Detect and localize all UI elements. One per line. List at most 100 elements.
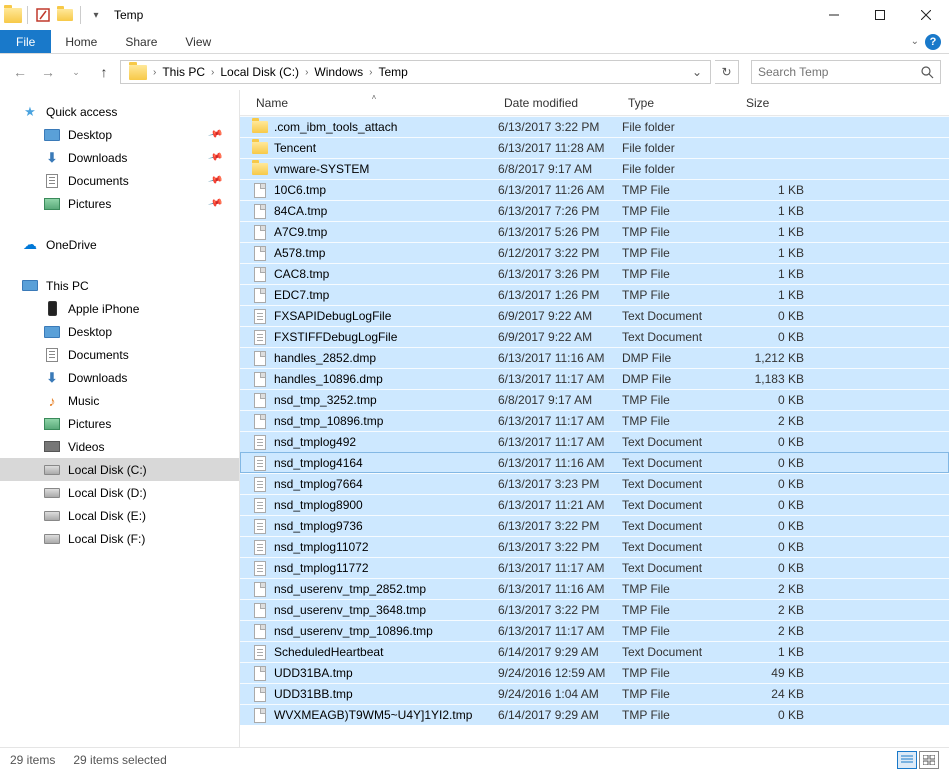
breadcrumb-this-pc[interactable]: This PC	[158, 65, 209, 79]
file-row[interactable]: nsd_userenv_tmp_3648.tmp6/13/2017 3:22 P…	[240, 599, 949, 620]
breadcrumb-drive[interactable]: Local Disk (C:)	[216, 65, 303, 79]
file-icon	[254, 624, 266, 639]
sidebar-item-pictures[interactable]: Pictures📌	[0, 192, 239, 215]
column-date[interactable]: Date modified	[498, 96, 622, 110]
sidebar-item-documents[interactable]: Documents📌	[0, 169, 239, 192]
txt-icon	[254, 561, 266, 576]
folder-icon	[252, 121, 268, 133]
file-row[interactable]: Tencent6/13/2017 11:28 AMFile folder	[240, 137, 949, 158]
chevron-right-icon[interactable]: ›	[209, 67, 216, 78]
nav-recent-dropdown[interactable]: ⌄	[64, 60, 88, 84]
chevron-right-icon[interactable]: ›	[303, 67, 310, 78]
ribbon-expand-icon[interactable]: ⌄	[911, 36, 919, 47]
file-row[interactable]: handles_2852.dmp6/13/2017 11:16 AMDMP Fi…	[240, 347, 949, 368]
breadcrumb-temp[interactable]: Temp	[374, 65, 411, 79]
breadcrumb-windows[interactable]: Windows	[310, 65, 367, 79]
sidebar-item-documents[interactable]: Documents	[0, 343, 239, 366]
address-bar[interactable]: › This PC › Local Disk (C:) › Windows › …	[120, 60, 711, 84]
sidebar-item-videos[interactable]: Videos	[0, 435, 239, 458]
sidebar-item-local-disk-c-[interactable]: Local Disk (C:)	[0, 458, 239, 481]
txt-icon	[254, 519, 266, 534]
file-row[interactable]: nsd_tmplog97366/13/2017 3:22 PMText Docu…	[240, 515, 949, 536]
chevron-right-icon[interactable]: ›	[151, 67, 158, 78]
file-row[interactable]: A7C9.tmp6/13/2017 5:26 PMTMP File1 KB	[240, 221, 949, 242]
file-row[interactable]: FXSTIFFDebugLogFile6/9/2017 9:22 AMText …	[240, 326, 949, 347]
file-icon	[254, 414, 266, 429]
file-row[interactable]: A578.tmp6/12/2017 3:22 PMTMP File1 KB	[240, 242, 949, 263]
chevron-right-icon[interactable]: ›	[367, 67, 374, 78]
nav-up-button[interactable]: ↑	[92, 60, 116, 84]
sidebar-item-label: Desktop	[68, 128, 112, 142]
file-row[interactable]: EDC7.tmp6/13/2017 1:26 PMTMP File1 KB	[240, 284, 949, 305]
sidebar-this-pc[interactable]: This PC	[0, 274, 239, 297]
sidebar-item-downloads[interactable]: Downloads📌	[0, 146, 239, 169]
file-row[interactable]: nsd_tmplog89006/13/2017 11:21 AMText Doc…	[240, 494, 949, 515]
file-name: nsd_userenv_tmp_10896.tmp	[274, 624, 433, 638]
file-row[interactable]: FXSAPIDebugLogFile6/9/2017 9:22 AMText D…	[240, 305, 949, 326]
sidebar-item-desktop[interactable]: Desktop📌	[0, 123, 239, 146]
nav-forward-button[interactable]: →	[36, 60, 60, 84]
qat-customize-dropdown[interactable]: ▾	[86, 5, 106, 25]
file-row[interactable]: nsd_userenv_tmp_2852.tmp6/13/2017 11:16 …	[240, 578, 949, 599]
tab-share[interactable]: Share	[111, 30, 171, 53]
file-row[interactable]: WVXMEAGB)T9WM5~U4Y]1YI2.tmp6/14/2017 9:2…	[240, 704, 949, 725]
sidebar-item-local-disk-f-[interactable]: Local Disk (F:)	[0, 527, 239, 550]
view-details-button[interactable]	[897, 751, 917, 769]
tab-home[interactable]: Home	[51, 30, 111, 53]
file-row[interactable]: handles_10896.dmp6/13/2017 11:17 AMDMP F…	[240, 368, 949, 389]
sidebar-onedrive[interactable]: OneDrive	[0, 233, 239, 256]
sidebar-quick-access[interactable]: Quick access	[0, 100, 239, 123]
file-type: File folder	[622, 162, 740, 176]
nav-back-button[interactable]: ←	[8, 60, 32, 84]
file-row[interactable]: CAC8.tmp6/13/2017 3:26 PMTMP File1 KB	[240, 263, 949, 284]
view-thumbnails-button[interactable]	[919, 751, 939, 769]
file-row[interactable]: UDD31BB.tmp9/24/2016 1:04 AMTMP File24 K…	[240, 683, 949, 704]
column-name[interactable]: Name ˄	[250, 96, 498, 110]
file-row[interactable]: 10C6.tmp6/13/2017 11:26 AMTMP File1 KB	[240, 179, 949, 200]
file-row[interactable]: nsd_tmplog76646/13/2017 3:23 PMText Docu…	[240, 473, 949, 494]
qat-newfolder-icon[interactable]	[55, 5, 75, 25]
close-button[interactable]	[903, 0, 949, 30]
file-name: FXSTIFFDebugLogFile	[274, 330, 397, 344]
txt-icon	[254, 456, 266, 471]
refresh-button[interactable]: ↻	[715, 60, 739, 84]
sidebar-item-pictures[interactable]: Pictures	[0, 412, 239, 435]
file-row[interactable]: UDD31BA.tmp9/24/2016 12:59 AMTMP File49 …	[240, 662, 949, 683]
file-row[interactable]: vmware-SYSTEM6/8/2017 9:17 AMFile folder	[240, 158, 949, 179]
file-row[interactable]: nsd_tmplog4926/13/2017 11:17 AMText Docu…	[240, 431, 949, 452]
file-row[interactable]: nsd_tmp_3252.tmp6/8/2017 9:17 AMTMP File…	[240, 389, 949, 410]
tab-file[interactable]: File	[0, 30, 51, 53]
file-name: FXSAPIDebugLogFile	[274, 309, 391, 323]
file-row[interactable]: .com_ibm_tools_attach6/13/2017 3:22 PMFi…	[240, 116, 949, 137]
search-icon[interactable]	[921, 66, 934, 79]
help-icon[interactable]: ?	[925, 34, 941, 50]
sidebar-item-local-disk-d-[interactable]: Local Disk (D:)	[0, 481, 239, 504]
file-row[interactable]: nsd_tmplog110726/13/2017 3:22 PMText Doc…	[240, 536, 949, 557]
sidebar-item-downloads[interactable]: Downloads	[0, 366, 239, 389]
column-type[interactable]: Type	[622, 96, 740, 110]
qat-properties-icon[interactable]	[33, 5, 53, 25]
file-row[interactable]: nsd_tmplog117726/13/2017 11:17 AMText Do…	[240, 557, 949, 578]
disk-icon	[44, 488, 60, 498]
column-size[interactable]: Size	[740, 96, 812, 110]
sidebar-item-music[interactable]: Music	[0, 389, 239, 412]
sidebar-item-label: Desktop	[68, 325, 112, 339]
maximize-button[interactable]	[857, 0, 903, 30]
file-row[interactable]: nsd_userenv_tmp_10896.tmp6/13/2017 11:17…	[240, 620, 949, 641]
ribbon: File Home Share View ⌄ ?	[0, 30, 949, 54]
file-row[interactable]: nsd_tmplog41646/13/2017 11:16 AMText Doc…	[240, 452, 949, 473]
pic-icon	[44, 198, 60, 210]
sidebar-item-apple-iphone[interactable]: Apple iPhone	[0, 297, 239, 320]
address-dropdown-icon[interactable]: ⌄	[688, 65, 706, 79]
search-box[interactable]	[751, 60, 941, 84]
sidebar-label: Quick access	[46, 105, 117, 119]
sidebar-item-local-disk-e-[interactable]: Local Disk (E:)	[0, 504, 239, 527]
file-type: TMP File	[622, 582, 740, 596]
search-input[interactable]	[758, 65, 921, 79]
file-row[interactable]: ScheduledHeartbeat6/14/2017 9:29 AMText …	[240, 641, 949, 662]
sidebar-item-desktop[interactable]: Desktop	[0, 320, 239, 343]
file-row[interactable]: 84CA.tmp6/13/2017 7:26 PMTMP File1 KB	[240, 200, 949, 221]
file-row[interactable]: nsd_tmp_10896.tmp6/13/2017 11:17 AMTMP F…	[240, 410, 949, 431]
tab-view[interactable]: View	[171, 30, 225, 53]
minimize-button[interactable]	[811, 0, 857, 30]
